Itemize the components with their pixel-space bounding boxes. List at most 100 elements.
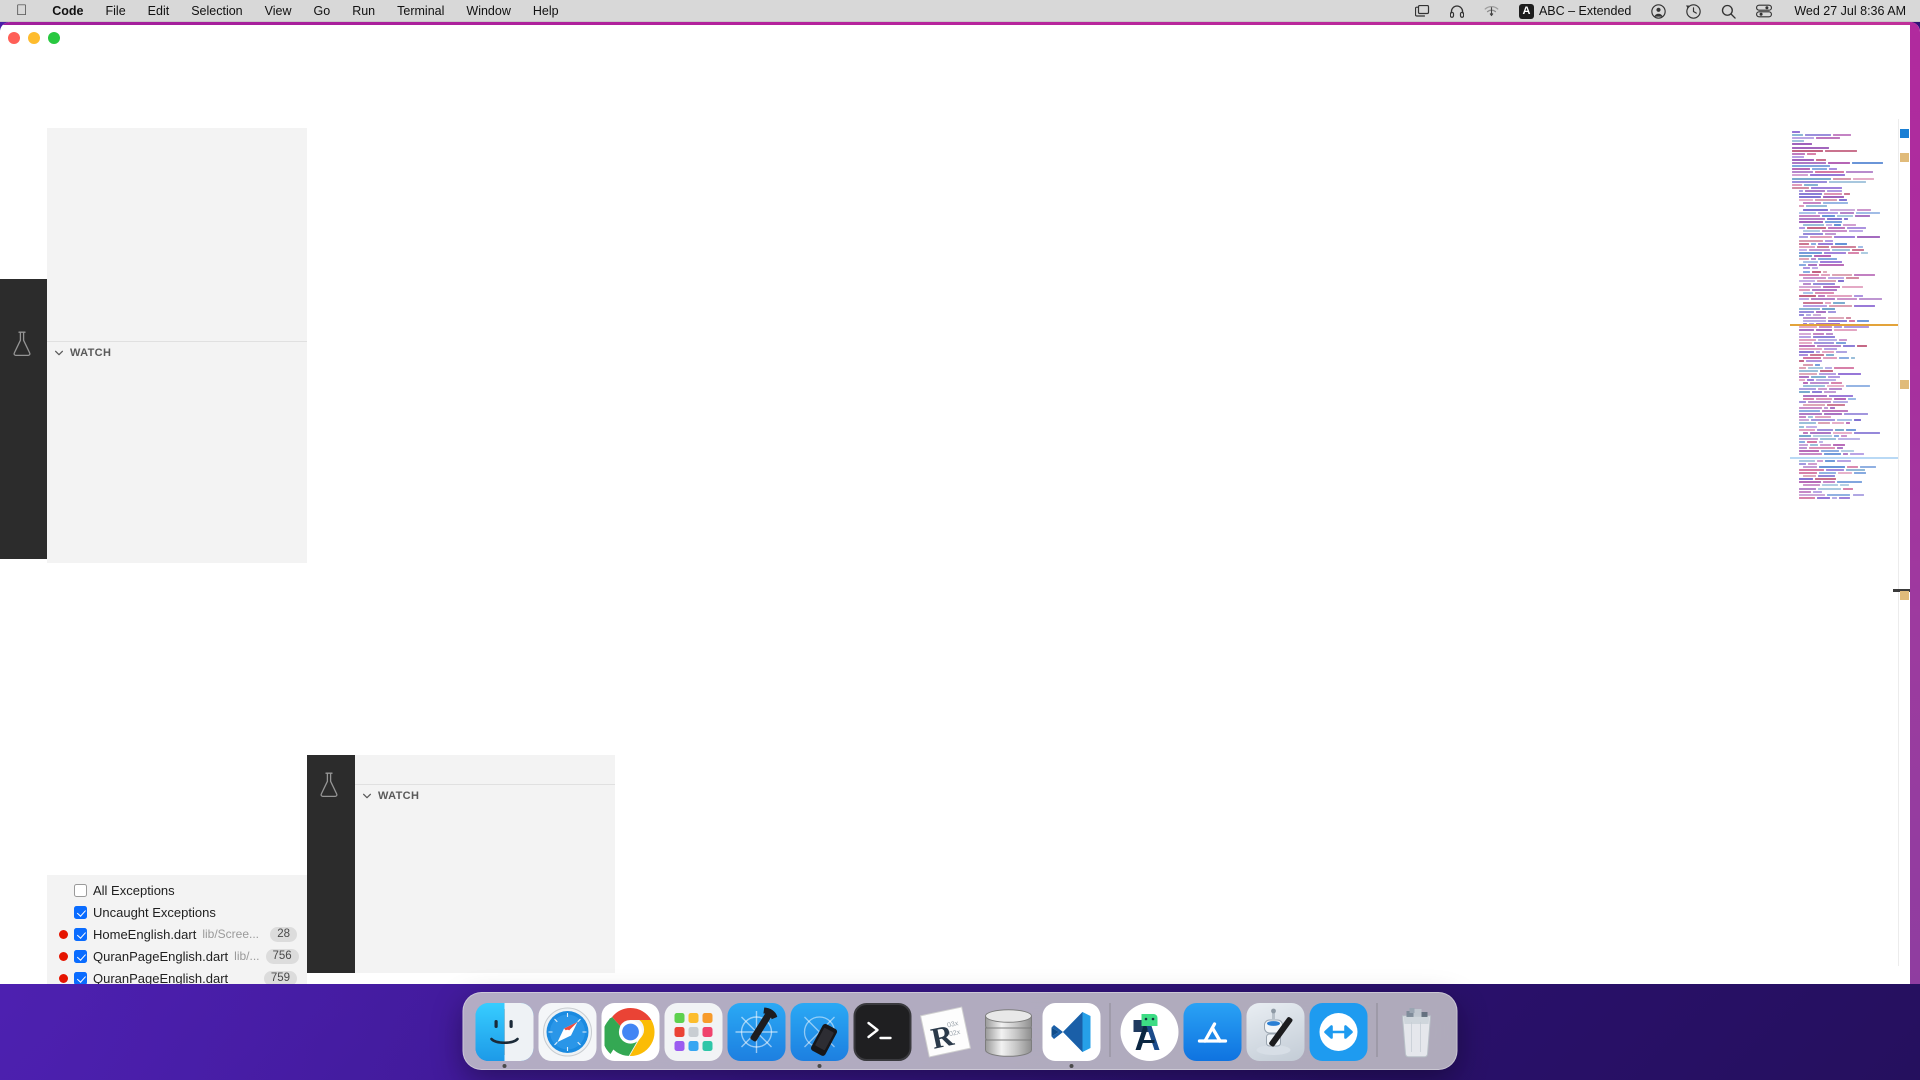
trash-icon	[1387, 1003, 1445, 1061]
dock-separator	[1377, 1003, 1378, 1057]
breakpoint-checkbox[interactable]	[74, 906, 87, 919]
android-studio-icon	[1120, 1003, 1178, 1061]
menu-item-view[interactable]: View	[254, 4, 303, 18]
breakpoint-name: HomeEnglish.dart	[93, 927, 196, 942]
teamviewer-icon	[1309, 1003, 1367, 1061]
debug-panel-upper-section	[47, 128, 307, 341]
menu-item-edit[interactable]: Edit	[137, 4, 181, 18]
vscode-icon	[1042, 1003, 1100, 1061]
input-source-indicator[interactable]: A ABC – Extended	[1509, 0, 1641, 22]
traffic-light-buttons[interactable]	[8, 32, 60, 44]
menu-item-file[interactable]: File	[95, 4, 137, 18]
dock-item-xcode[interactable]	[725, 998, 788, 1061]
watch-section-header[interactable]: WATCH	[47, 341, 307, 363]
user-account-icon[interactable]	[1641, 0, 1676, 22]
breakpoint-name: Uncaught Exceptions	[93, 905, 216, 920]
breakpoint-path: lib/Scree...	[202, 927, 259, 941]
app-store-icon	[1183, 1003, 1241, 1061]
window-accent-top	[0, 22, 1920, 25]
launchpad-grid-icon	[664, 1003, 722, 1061]
input-source-label: ABC – Extended	[1539, 4, 1631, 18]
breakpoint-name: QuranPageEnglish.dart	[93, 971, 228, 985]
dock-item-database[interactable]	[977, 998, 1040, 1061]
breakpoint-row[interactable]: All Exceptions	[47, 879, 307, 901]
macos-dock: R 03x 02x	[463, 992, 1458, 1070]
automator-robot-icon	[1246, 1003, 1304, 1061]
menu-item-window[interactable]: Window	[455, 4, 521, 18]
wifi-icon[interactable]	[1474, 0, 1509, 22]
breakpoint-line-badge: 759	[264, 971, 297, 985]
menubar-clock[interactable]: Wed 27 Jul 8:36 AM	[1782, 4, 1906, 18]
dock-item-trash[interactable]	[1385, 998, 1448, 1061]
macos-menubar:  Code File Edit Selection View Go Run T…	[0, 0, 1920, 22]
dock-running-indicator	[502, 1064, 506, 1068]
testing-flask-icon[interactable]	[318, 772, 340, 803]
dock-running-indicator	[1069, 1064, 1073, 1068]
dock-item-android-studio[interactable]	[1118, 998, 1181, 1061]
ruler-blue-marker	[1900, 129, 1909, 138]
dock-item-finder[interactable]	[473, 998, 536, 1061]
menu-item-run[interactable]: Run	[341, 4, 386, 18]
floating-watch-section-header[interactable]: WATCH	[355, 784, 615, 806]
menu-item-selection[interactable]: Selection	[180, 4, 253, 18]
dock-item-safari[interactable]	[536, 998, 599, 1061]
dock-item-teamviewer[interactable]	[1307, 998, 1370, 1061]
headphones-icon[interactable]	[1440, 0, 1474, 22]
terminal-prompt-icon	[855, 1005, 909, 1059]
breakpoint-row[interactable]: Uncaught Exceptions	[47, 901, 307, 923]
dock-item-chrome[interactable]	[599, 998, 662, 1061]
floating-debug-panel: WATCH	[307, 755, 615, 973]
activity-bar	[0, 279, 47, 559]
database-cylinder-icon	[979, 1003, 1037, 1061]
control-center-icon[interactable]	[1746, 0, 1782, 22]
spotlight-search-icon[interactable]	[1711, 0, 1746, 22]
breakpoint-name: All Exceptions	[93, 883, 175, 898]
dock-item-automator[interactable]	[1244, 998, 1307, 1061]
screen-mirroring-icon[interactable]	[1405, 0, 1440, 22]
window-titlebar	[0, 25, 1920, 83]
ruler-orange-marker-2	[1900, 380, 1909, 389]
menu-item-go[interactable]: Go	[303, 4, 342, 18]
dock-item-simulator[interactable]	[788, 998, 851, 1061]
time-machine-icon[interactable]	[1676, 0, 1711, 22]
overview-ruler[interactable]	[1898, 119, 1910, 966]
rstudio-icon: R 03x 02x	[916, 1003, 974, 1061]
floating-watch-label: WATCH	[378, 790, 419, 802]
menu-item-terminal[interactable]: Terminal	[386, 4, 455, 18]
breakpoint-dot-icon	[59, 952, 68, 961]
apple-logo-icon[interactable]: 	[0, 3, 41, 18]
dock-item-rstudio[interactable]: R 03x 02x	[914, 998, 977, 1061]
finder-face-icon	[475, 1003, 533, 1061]
dock-item-terminal[interactable]	[851, 998, 914, 1061]
vscode-window: WATCH WATCH	[0, 22, 1920, 984]
debug-side-panel: WATCH	[47, 128, 307, 563]
testing-flask-icon[interactable]	[11, 331, 33, 362]
safari-compass-icon	[538, 1003, 596, 1061]
ruler-orange-marker-3	[1900, 591, 1909, 600]
floating-activity-bar	[307, 755, 355, 973]
breakpoint-row[interactable]: HomeEnglish.dartlib/Scree...28	[47, 923, 307, 945]
breakpoint-checkbox[interactable]	[74, 928, 87, 941]
simulator-icon	[790, 1003, 848, 1061]
close-window-button[interactable]	[8, 32, 20, 44]
breakpoint-checkbox[interactable]	[74, 950, 87, 963]
breakpoint-dot-icon	[59, 930, 68, 939]
zoom-window-button[interactable]	[48, 32, 60, 44]
breakpoint-checkbox[interactable]	[74, 884, 87, 897]
breakpoint-row[interactable]: QuranPageEnglish.dart 759	[47, 967, 307, 984]
dock-item-launchpad[interactable]	[662, 998, 725, 1061]
breakpoint-line-badge: 756	[266, 949, 299, 964]
chevron-down-icon	[362, 791, 372, 801]
floating-panel-body: WATCH	[355, 755, 615, 973]
breakpoint-row[interactable]: QuranPageEnglish.dartlib/...756	[47, 945, 307, 967]
dock-running-indicator	[817, 1064, 821, 1068]
xcode-icon	[727, 1003, 785, 1061]
minimize-window-button[interactable]	[28, 32, 40, 44]
dock-item-vscode[interactable]	[1040, 998, 1103, 1061]
watch-section-label: WATCH	[70, 347, 111, 359]
menu-item-code[interactable]: Code	[41, 4, 94, 18]
dock-item-app-store[interactable]	[1181, 998, 1244, 1061]
minimap-border	[1790, 127, 1900, 507]
breakpoint-checkbox[interactable]	[74, 972, 87, 985]
menu-item-help[interactable]: Help	[522, 4, 570, 18]
